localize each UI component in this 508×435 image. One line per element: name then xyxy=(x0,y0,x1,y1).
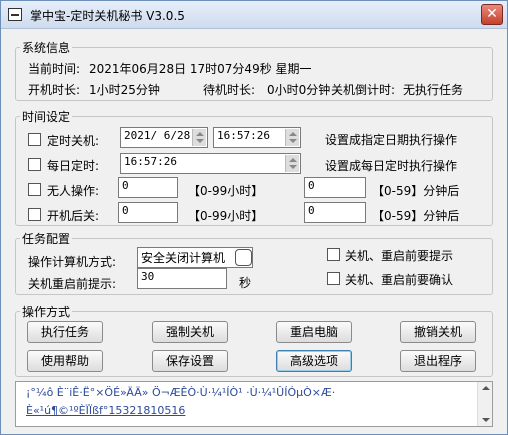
uptime-label: 开机时长: xyxy=(28,83,81,97)
idle-hours-input[interactable]: 0 xyxy=(118,177,178,198)
daily-schedule-note: 设置成每日定时执行操作 xyxy=(325,159,458,173)
title-bar[interactable]: 掌中宝-定时关机秘书 V3.0.5 ✕ xyxy=(1,1,507,29)
countdown-value: 无执行任务 xyxy=(403,83,464,97)
app-menu-icon[interactable] xyxy=(8,8,22,21)
info-text-area[interactable]: ¡°¼ô È¨iÊ·Ë°×ÖÉ»ÄÄ» Ö¬ÆÊÒ·Ù·¼¹ÍÒ¹ ·Ù·¼¹Û… xyxy=(15,381,493,427)
prompt-before-checkbox[interactable] xyxy=(327,248,340,261)
scheduled-shutdown-note: 设置成指定日期执行操作 xyxy=(325,133,458,147)
scheduled-time-value: 16:57:26 xyxy=(217,129,270,142)
after-boot-minutes-input[interactable]: 0 xyxy=(304,202,366,223)
idle-minutes-input[interactable]: 0 xyxy=(304,177,366,198)
daily-schedule-checkbox[interactable] xyxy=(28,158,41,171)
standby-label: 待机时长: xyxy=(203,83,256,97)
time-settings-group: 时间设定 定时关机: 2021/ 6/28 16:57:26 设置成指定日期执行… xyxy=(15,108,493,226)
countdown-label: 关机倒计时: xyxy=(331,83,396,97)
vertical-scrollbar[interactable] xyxy=(477,382,492,426)
current-time-label: 当前时间: xyxy=(28,62,81,76)
scheduled-shutdown-checkbox[interactable] xyxy=(28,133,41,146)
time-settings-legend: 时间设定 xyxy=(20,108,73,125)
cancel-shutdown-button[interactable]: 撤销关机 xyxy=(400,321,476,343)
daily-schedule-label: 每日定时: xyxy=(47,159,100,173)
reminder-seconds-input[interactable]: 30 xyxy=(137,268,227,289)
idle-minutes-range: 【0-59】分钟后 xyxy=(372,184,460,198)
daily-time-input[interactable]: 16:57:26 xyxy=(120,153,301,174)
window-title: 掌中宝-定时关机秘书 V3.0.5 xyxy=(30,9,185,23)
action-mode-value: 安全关闭计算机 xyxy=(141,251,226,265)
reminder-label: 关机重启前提示: xyxy=(28,277,117,291)
advanced-options-button[interactable]: 高级选项 xyxy=(276,350,352,372)
scheduled-date-value: 2021/ 6/28 xyxy=(124,129,191,142)
info-line-1: ¡°¼ô È¨iÊ·Ë°×ÖÉ»ÄÄ» Ö¬ÆÊÒ·Ù·¼¹ÍÒ¹ ·Ù·¼¹Û… xyxy=(26,386,336,399)
app-window: 掌中宝-定时关机秘书 V3.0.5 ✕ 系统信息 当前时间: 2021年06月2… xyxy=(0,0,508,435)
action-mode-label: 操作计算机方式: xyxy=(28,255,117,269)
scheduled-time-input[interactable]: 16:57:26 xyxy=(213,127,301,148)
prompt-before-label: 关机、重启前要提示 xyxy=(345,249,454,263)
daily-time-spinner-icon[interactable] xyxy=(285,155,299,172)
task-config-legend: 任务配置 xyxy=(20,230,73,247)
reminder-unit: 秒 xyxy=(239,276,252,290)
dropdown-icon[interactable] xyxy=(235,249,252,266)
confirm-before-label: 关机、重启前要确认 xyxy=(345,273,454,287)
force-shutdown-button[interactable]: 强制关机 xyxy=(152,321,228,343)
current-time-value: 2021年06月28日 17时07分49秒 星期一 xyxy=(89,62,312,76)
task-config-group: 任务配置 操作计算机方式: 安全关闭计算机 关机重启前提示: 30 秒 关机、重… xyxy=(15,230,493,295)
confirm-before-checkbox[interactable] xyxy=(327,272,340,285)
uptime-value: 1小时25分钟 xyxy=(89,83,160,97)
system-info-group: 系统信息 当前时间: 2021年06月28日 17时07分49秒 星期一 开机时… xyxy=(15,39,493,101)
scheduled-date-picker[interactable]: 2021/ 6/28 xyxy=(120,127,208,148)
date-spinner-icon[interactable] xyxy=(192,129,206,146)
save-settings-button[interactable]: 保存设置 xyxy=(152,350,228,372)
time-spinner-icon[interactable] xyxy=(285,129,299,146)
idle-label: 无人操作: xyxy=(47,184,100,198)
exit-button[interactable]: 退出程序 xyxy=(400,350,476,372)
operations-group: 操作方式 执行任务 强制关机 重启电脑 撤销关机 使用帮助 保存设置 高级选项 … xyxy=(15,303,493,377)
help-button[interactable]: 使用帮助 xyxy=(27,350,103,372)
close-button[interactable]: ✕ xyxy=(481,4,503,25)
after-boot-minutes-range: 【0-59】分钟后 xyxy=(372,209,460,223)
after-boot-label: 开机后关: xyxy=(47,209,100,223)
scheduled-shutdown-label: 定时关机: xyxy=(47,134,100,148)
standby-value: 0小时0分钟 xyxy=(267,83,331,97)
idle-checkbox[interactable] xyxy=(28,183,41,196)
operations-legend: 操作方式 xyxy=(20,303,73,320)
execute-task-button[interactable]: 执行任务 xyxy=(27,321,103,343)
system-info-legend: 系统信息 xyxy=(20,39,73,56)
after-boot-hours-input[interactable]: 0 xyxy=(118,202,178,223)
info-line-2[interactable]: È«¹ú¶©¹ºÈÏÏßf°15321810516 xyxy=(26,404,185,417)
restart-button[interactable]: 重启电脑 xyxy=(276,321,352,343)
after-boot-checkbox[interactable] xyxy=(28,208,41,221)
daily-time-value: 16:57:26 xyxy=(124,155,177,168)
after-boot-hours-range: 【0-99小时】 xyxy=(188,209,264,223)
idle-hours-range: 【0-99小时】 xyxy=(188,184,264,198)
